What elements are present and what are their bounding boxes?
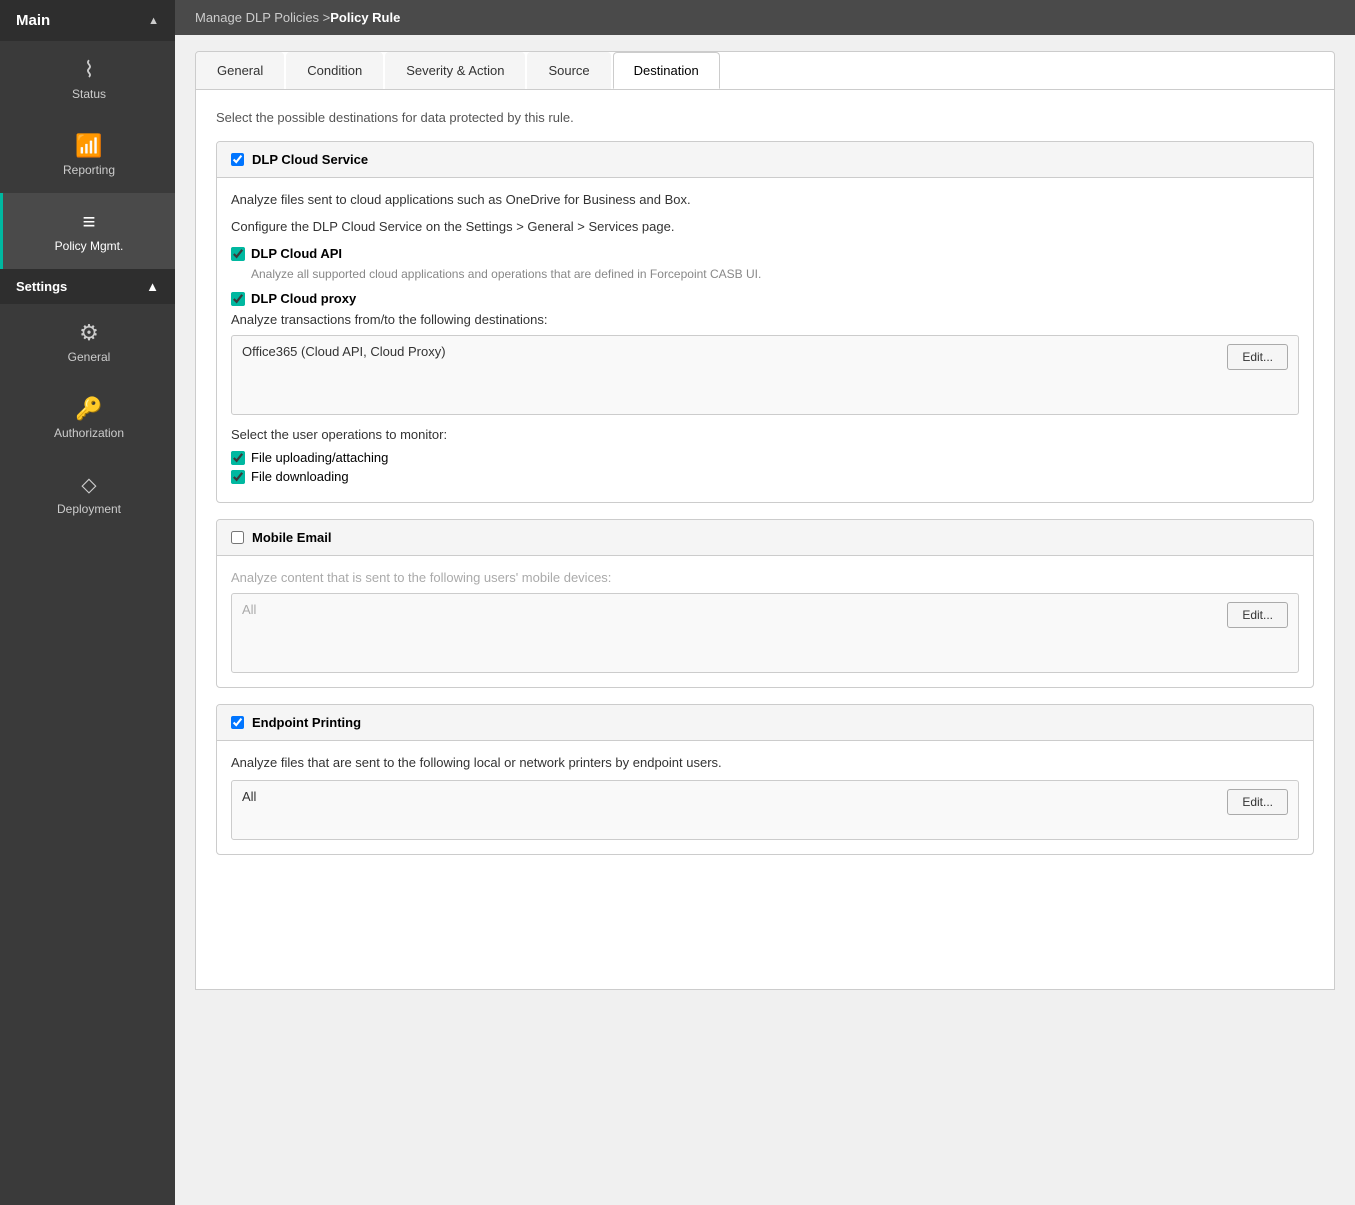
sidebar-deployment-label: Deployment: [57, 502, 121, 516]
dlp-cloud-proxy-checkbox[interactable]: [231, 292, 245, 306]
breadcrumb-current: Policy Rule: [330, 10, 400, 25]
dlp-cloud-api-label: DLP Cloud API: [251, 246, 342, 261]
operations-label: Select the user operations to monitor:: [231, 427, 1299, 442]
sidebar-item-general[interactable]: ⚙ General: [0, 304, 175, 380]
sidebar-settings-header[interactable]: Settings ▲: [0, 269, 175, 304]
proxy-edit-button[interactable]: Edit...: [1227, 344, 1288, 370]
endpoint-printing-header: Endpoint Printing: [217, 705, 1313, 741]
sidebar-settings-label: Settings: [16, 279, 67, 294]
endpoint-dest-value: All: [242, 789, 256, 804]
sidebar: Main ▲ ⌇ Status 📶 Reporting ≡ Policy Mgm…: [0, 0, 175, 1205]
sidebar-item-reporting[interactable]: 📶 Reporting: [0, 117, 175, 193]
file-downloading-label: File downloading: [251, 469, 349, 484]
file-uploading-row: File uploading/attaching: [231, 450, 1299, 465]
status-icon: ⌇: [84, 57, 95, 83]
file-downloading-row: File downloading: [231, 469, 1299, 484]
mobile-dest-box: All Edit...: [231, 593, 1299, 673]
dlp-cloud-api-subdesc: Analyze all supported cloud applications…: [251, 267, 1299, 281]
sidebar-item-policy-mgmt[interactable]: ≡ Policy Mgmt.: [0, 193, 175, 269]
main-content: Manage DLP Policies > Policy Rule Genera…: [175, 0, 1355, 1205]
dlp-cloud-service-title: DLP Cloud Service: [252, 152, 368, 167]
destination-panel: Select the possible destinations for dat…: [195, 90, 1335, 990]
dlp-cloud-desc-line2: Configure the DLP Cloud Service on the S…: [231, 219, 1299, 234]
proxy-dest-value: Office365 (Cloud API, Cloud Proxy): [242, 344, 446, 359]
dlp-cloud-service-body: Analyze files sent to cloud applications…: [217, 178, 1313, 502]
sidebar-main-label: Main: [16, 12, 50, 29]
sidebar-item-deployment[interactable]: ⬦ Deployment: [0, 456, 175, 532]
mobile-email-title: Mobile Email: [252, 530, 331, 545]
tab-bar: General Condition Severity & Action Sour…: [195, 51, 1335, 90]
tab-condition[interactable]: Condition: [286, 52, 383, 89]
endpoint-printing-section: Endpoint Printing Analyze files that are…: [216, 704, 1314, 855]
mobile-email-section: Mobile Email Analyze content that is sen…: [216, 519, 1314, 688]
breadcrumb-prefix: Manage DLP Policies >: [195, 10, 330, 25]
endpoint-printing-checkbox[interactable]: [231, 716, 244, 729]
proxy-dest-box: Office365 (Cloud API, Cloud Proxy) Edit.…: [231, 335, 1299, 415]
deployment-icon: ⬦: [81, 472, 96, 498]
mobile-email-body: Analyze content that is sent to the foll…: [217, 556, 1313, 687]
sidebar-status-label: Status: [72, 87, 106, 101]
dlp-cloud-api-checkbox[interactable]: [231, 247, 245, 261]
endpoint-desc: Analyze files that are sent to the follo…: [231, 755, 1299, 770]
file-downloading-checkbox[interactable]: [231, 470, 245, 484]
tab-general[interactable]: General: [196, 52, 284, 89]
content-area: General Condition Severity & Action Sour…: [175, 35, 1355, 1205]
sidebar-general-label: General: [68, 350, 111, 364]
proxy-destinations-label: Analyze transactions from/to the followi…: [231, 312, 1299, 327]
sidebar-authorization-label: Authorization: [54, 426, 124, 440]
sidebar-policy-mgmt-label: Policy Mgmt.: [55, 239, 124, 253]
dlp-cloud-api-row: DLP Cloud API: [231, 246, 1299, 261]
endpoint-printing-title: Endpoint Printing: [252, 715, 361, 730]
dlp-cloud-service-header: DLP Cloud Service: [217, 142, 1313, 178]
endpoint-edit-button[interactable]: Edit...: [1227, 789, 1288, 815]
tab-destination[interactable]: Destination: [613, 52, 720, 89]
topbar: Manage DLP Policies > Policy Rule: [175, 0, 1355, 35]
dlp-cloud-proxy-row: DLP Cloud proxy: [231, 291, 1299, 306]
general-icon: ⚙: [79, 320, 99, 346]
mobile-dest-value: All: [242, 602, 256, 617]
endpoint-body: Analyze files that are sent to the follo…: [217, 741, 1313, 854]
file-uploading-label: File uploading/attaching: [251, 450, 388, 465]
sidebar-item-authorization[interactable]: 🔑 Authorization: [0, 380, 175, 456]
reporting-icon: 📶: [75, 133, 102, 159]
sidebar-main-header[interactable]: Main ▲: [0, 0, 175, 41]
mobile-email-checkbox[interactable]: [231, 531, 244, 544]
sidebar-caret-icon: ▲: [148, 15, 159, 27]
dlp-cloud-service-section: DLP Cloud Service Analyze files sent to …: [216, 141, 1314, 503]
file-uploading-checkbox[interactable]: [231, 451, 245, 465]
tab-severity-action[interactable]: Severity & Action: [385, 52, 525, 89]
authorization-icon: 🔑: [75, 396, 102, 422]
endpoint-dest-box: All Edit...: [231, 780, 1299, 840]
sidebar-reporting-label: Reporting: [63, 163, 115, 177]
policy-mgmt-icon: ≡: [83, 209, 96, 235]
dlp-cloud-service-checkbox[interactable]: [231, 153, 244, 166]
sidebar-settings-caret: ▲: [146, 279, 159, 294]
mobile-edit-button[interactable]: Edit...: [1227, 602, 1288, 628]
mobile-email-desc: Analyze content that is sent to the foll…: [231, 570, 1299, 585]
dlp-cloud-desc-line1: Analyze files sent to cloud applications…: [231, 192, 1299, 207]
sidebar-item-status[interactable]: ⌇ Status: [0, 41, 175, 117]
destination-description: Select the possible destinations for dat…: [216, 110, 1314, 125]
mobile-email-header: Mobile Email: [217, 520, 1313, 556]
tab-source[interactable]: Source: [527, 52, 610, 89]
dlp-cloud-proxy-label: DLP Cloud proxy: [251, 291, 356, 306]
